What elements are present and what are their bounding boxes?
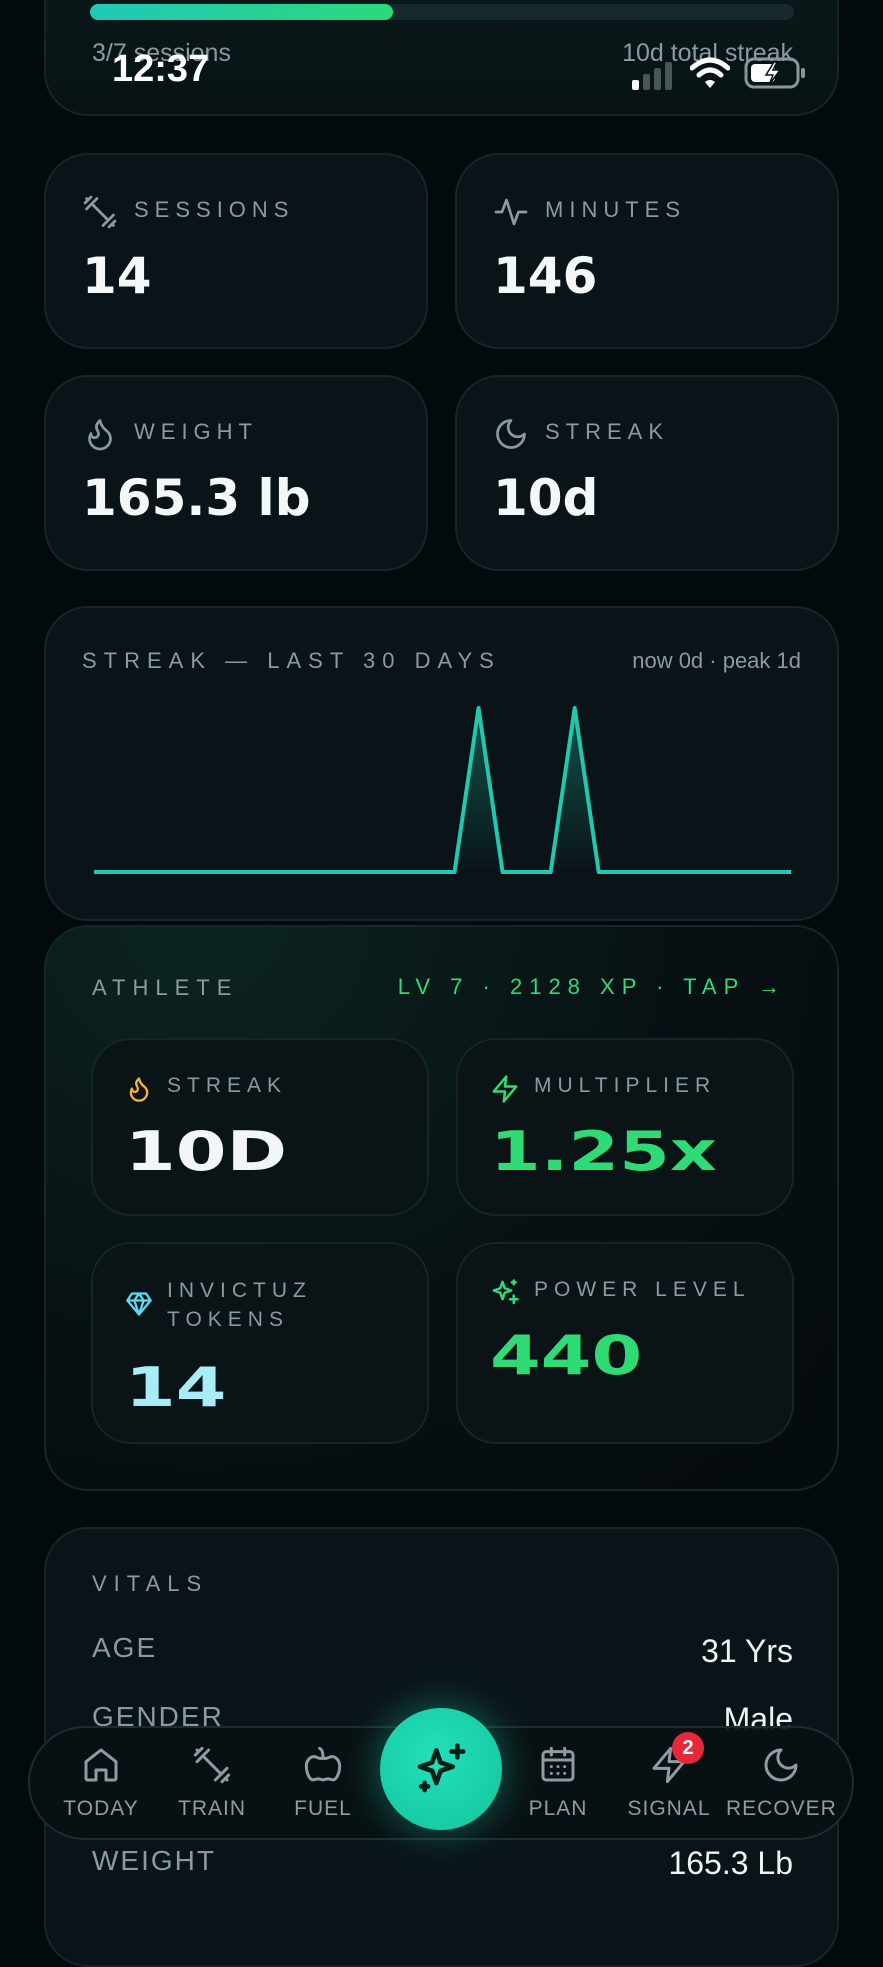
home-icon <box>84 1748 118 1782</box>
stat-value-minutes: 146 <box>493 247 598 305</box>
athlete-tile-multiplier: MULTIPLIER 1.25x <box>456 1038 794 1216</box>
dumbbell-icon <box>193 1746 231 1784</box>
streak-series-line <box>94 706 791 874</box>
sparkle-icon <box>492 1279 519 1305</box>
athlete-tile-tokens-label: INVICTUZ TOKENS <box>167 1279 312 1331</box>
athlete-tile-multiplier-label: MULTIPLIER <box>534 1074 717 1097</box>
wifi-icon <box>690 57 730 88</box>
calendar-icon <box>541 1746 575 1782</box>
vitals-age-label: AGE <box>92 1632 158 1663</box>
athlete-tile-tokens-value: 14 <box>125 1356 227 1419</box>
athlete-title: ATHLETE <box>92 975 239 1000</box>
stat-label-sessions: SESSIONS <box>134 197 295 222</box>
stat-card-sessions[interactable]: SESSIONS 14 <box>44 153 428 349</box>
stat-value-weight: 165.3 lb <box>82 469 311 527</box>
athlete-tile-power-label: POWER LEVEL <box>534 1278 751 1301</box>
moon-icon <box>496 419 526 449</box>
athlete-level-link[interactable]: LV 7 · 2128 XP · TAP → <box>398 974 787 1000</box>
vitals-weight-value: 165.3 Lb <box>668 1845 793 1881</box>
stat-label-minutes: MINUTES <box>545 197 686 222</box>
progress-fill <box>90 4 393 20</box>
moon-icon <box>764 1748 798 1782</box>
status-bar: 12:37 <box>0 40 883 100</box>
nav-label-fuel: FUEL <box>294 1797 352 1820</box>
vitals-weight-label: WEIGHT <box>92 1845 216 1876</box>
athlete-tile-streak-value: 10D <box>125 1120 287 1183</box>
battery-icon <box>744 57 805 89</box>
signal-icon <box>632 62 672 90</box>
athlete-tile-streak-label: STREAK <box>167 1074 288 1097</box>
signal-badge: 2 <box>672 1732 704 1764</box>
vitals-age-value: 31 Yrs <box>701 1633 793 1669</box>
bolt-icon <box>492 1075 518 1103</box>
athlete-tile-power-value: 440 <box>490 1324 643 1387</box>
status-time: 12:37 <box>112 48 210 90</box>
apple-icon <box>304 1746 342 1782</box>
stat-value-sessions: 14 <box>82 247 152 305</box>
flame-icon <box>88 419 112 451</box>
athlete-tile-tokens: INVICTUZ TOKENS 14 <box>91 1242 429 1444</box>
streak-line-chart <box>94 706 791 874</box>
signal-badge-count: 2 <box>682 1737 694 1759</box>
nav-label-today: TODAY <box>63 1797 139 1820</box>
athlete-tile-multiplier-value: 1.25x <box>490 1120 717 1183</box>
nav-label-signal: SIGNAL <box>627 1797 711 1820</box>
nav-label-plan: PLAN <box>528 1797 588 1820</box>
nav-label-recover: RECOVER <box>726 1797 837 1820</box>
progress-track <box>90 4 794 20</box>
stat-card-streak[interactable]: STREAK 10d <box>455 375 839 571</box>
flame-icon <box>129 1077 149 1102</box>
streak-chart-card: STREAK — LAST 30 DAYS now 0d · peak 1d <box>44 606 839 921</box>
sparkle-icon <box>417 1743 466 1793</box>
vitals-title: VITALS <box>92 1571 209 1596</box>
diamond-icon <box>126 1292 152 1316</box>
dumbbell-icon <box>83 195 117 229</box>
nav-label-train: TRAIN <box>178 1797 246 1820</box>
center-action-button[interactable] <box>380 1708 502 1830</box>
stat-value-streak: 10d <box>493 469 599 527</box>
stat-label-streak: STREAK <box>545 419 670 444</box>
stat-card-minutes[interactable]: MINUTES 146 <box>455 153 839 349</box>
athlete-tile-power: POWER LEVEL 440 <box>456 1242 794 1444</box>
pulse-icon <box>494 198 528 226</box>
athlete-card[interactable]: ATHLETE LV 7 · 2128 XP · TAP → STREAK 10… <box>44 925 839 1491</box>
athlete-tile-streak: STREAK 10D <box>91 1038 429 1216</box>
stat-card-weight[interactable]: WEIGHT 165.3 lb <box>44 375 428 571</box>
streak-area <box>94 708 791 872</box>
stat-label-weight: WEIGHT <box>134 419 258 444</box>
